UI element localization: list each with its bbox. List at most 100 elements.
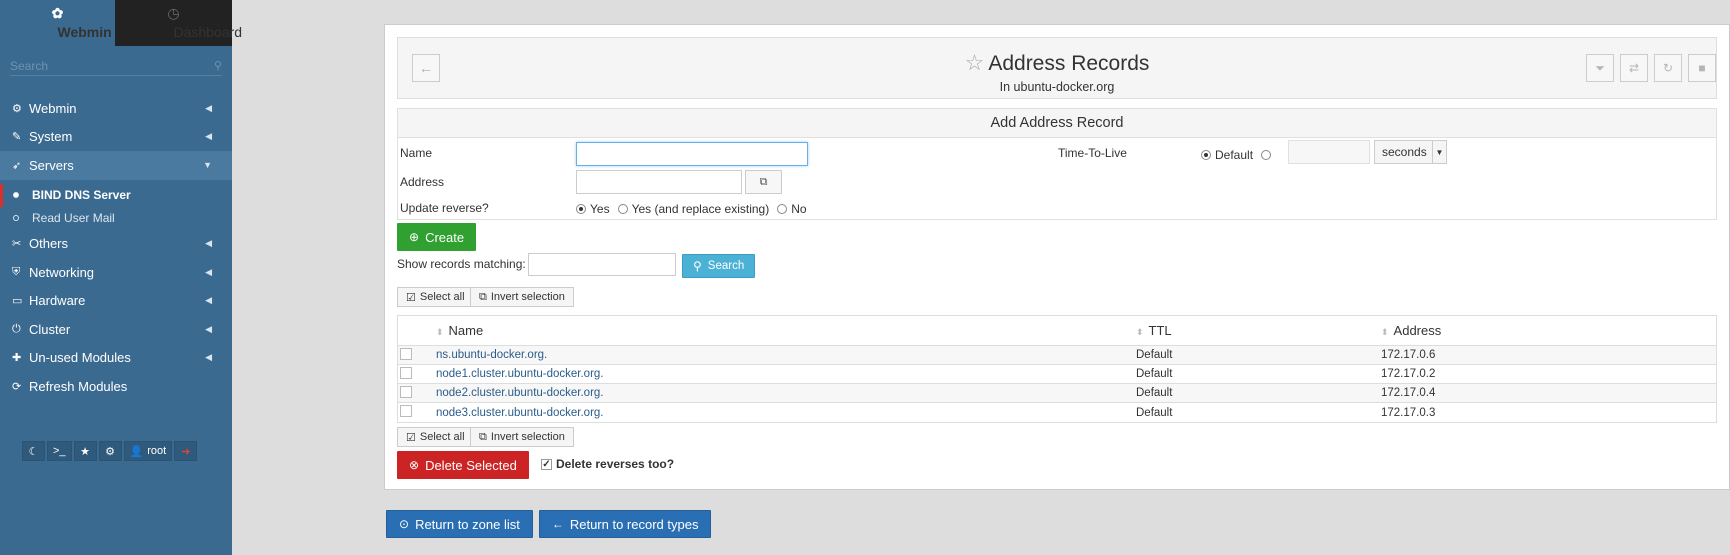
sidebar-item-networking[interactable]: ⛨ Networking ◀ xyxy=(0,258,232,287)
sidebar-subitem-read-user-mail[interactable]: Read User Mail xyxy=(0,207,232,230)
page-title: Address Records xyxy=(988,52,1150,75)
return-record-types-button[interactable]: ← Return to record types xyxy=(538,510,712,538)
sidebar-subitem-bind-dns[interactable]: BIND DNS Server xyxy=(0,183,232,207)
reverse-no-option[interactable]: No xyxy=(777,202,807,216)
terminal-button[interactable]: >_ xyxy=(47,441,72,461)
record-address: 172.17.0.3 xyxy=(1381,406,1436,419)
address-field[interactable] xyxy=(576,170,742,194)
record-name-link[interactable]: node3.cluster.ubuntu-docker.org. xyxy=(436,407,604,419)
external-icon: ⧉ xyxy=(479,290,487,303)
external-icon: ⧉ xyxy=(479,430,487,443)
form-heading: Add Address Record xyxy=(398,109,1716,138)
stop-button[interactable]: ■ xyxy=(1688,54,1716,82)
ttl-custom-option[interactable] xyxy=(1261,148,1275,162)
star-icon: ★ xyxy=(80,445,90,458)
record-ttl: Default xyxy=(1136,368,1173,380)
name-field[interactable] xyxy=(576,142,808,166)
main-panel: ← ☆ Address Records In ubuntu-docker.org … xyxy=(384,24,1730,490)
sidebar-item-others[interactable]: ✂ Others ◀ xyxy=(0,230,232,259)
refresh-button[interactable]: ↻ xyxy=(1654,54,1682,82)
header-tools: ⏷ ⇄ ↻ ■ xyxy=(1586,54,1716,82)
user-icon: 👤 xyxy=(129,445,144,458)
favorites-button[interactable]: ★ xyxy=(73,441,97,461)
tools-icon: ✂ xyxy=(12,238,22,251)
caret-left-icon: ◀ xyxy=(205,352,212,363)
filter-button[interactable]: ⏷ xyxy=(1586,54,1614,82)
invert-selection-button-top[interactable]: ⧉ Invert selection xyxy=(470,287,574,307)
tab-dashboard[interactable]: ◷ Dashboard xyxy=(115,0,242,46)
table-row: node3.cluster.ubuntu-docker.org. Default… xyxy=(398,403,1716,422)
table-row: node2.cluster.ubuntu-docker.org. Default… xyxy=(398,384,1716,403)
row-checkbox[interactable] xyxy=(400,405,412,417)
filter-icon: ⏷ xyxy=(1595,60,1605,75)
favorite-star-icon[interactable]: ☆ xyxy=(965,50,985,75)
settings-button[interactable]: ⚙ xyxy=(98,441,122,461)
ttl-value-field[interactable] xyxy=(1288,140,1370,164)
record-name-link[interactable]: node1.cluster.ubuntu-docker.org. xyxy=(436,368,604,380)
name-label: Name xyxy=(400,146,433,160)
wrench-icon: ✎ xyxy=(12,131,22,144)
sidebar-menu: ⚙ Webmin ◀ ✎ System ◀ ➶ Servers ▼ BIND D… xyxy=(0,94,232,401)
caret-left-icon: ◀ xyxy=(205,266,212,277)
row-checkbox[interactable] xyxy=(400,385,412,398)
circle-arrow-icon: ⊙ xyxy=(399,517,410,531)
reverse-yes-option[interactable]: Yes xyxy=(576,202,610,216)
sidebar-item-webmin[interactable]: ⚙ Webmin ◀ xyxy=(0,94,232,123)
sidebar-item-refresh-modules[interactable]: ⟳ Refresh Modules xyxy=(0,372,232,401)
bullet-icon xyxy=(13,215,19,221)
shield-icon: ⛨ xyxy=(12,265,21,278)
table-row: node1.cluster.ubuntu-docker.org. Default… xyxy=(398,365,1716,384)
delete-selected-button[interactable]: ⊗ Delete Selected xyxy=(397,451,529,479)
sidebar-search-input[interactable] xyxy=(10,58,214,73)
row-checkbox[interactable] xyxy=(400,366,412,379)
caret-left-icon: ◀ xyxy=(205,238,212,249)
sidebar-item-servers[interactable]: ➶ Servers ▼ xyxy=(0,151,232,180)
plus-circle-icon: ⊕ xyxy=(409,230,420,244)
checkbox-checked-icon: ✓ xyxy=(541,458,552,470)
puzzle-icon: ✚ xyxy=(12,352,22,365)
sidebar-item-hardware[interactable]: ▭ Hardware ◀ xyxy=(0,287,232,316)
update-reverse-radios: Yes Yes (and replace existing) No xyxy=(576,202,807,216)
update-reverse-label: Update reverse? xyxy=(400,201,489,215)
record-name-link[interactable]: node2.cluster.ubuntu-docker.org. xyxy=(436,387,604,399)
address-picker-button[interactable]: ⧉ xyxy=(745,170,782,194)
sidebar-item-system[interactable]: ✎ System ◀ xyxy=(0,123,232,152)
record-address: 172.17.0.4 xyxy=(1381,387,1436,399)
tab-webmin[interactable]: ✿ Webmin xyxy=(0,0,115,46)
transfer-button[interactable]: ⇄ xyxy=(1620,54,1648,82)
ttl-unit-select[interactable]: seconds ▼ xyxy=(1374,140,1447,164)
caret-left-icon: ◀ xyxy=(205,323,212,334)
search-icon[interactable]: ⚲ xyxy=(214,59,222,72)
caret-left-icon: ◀ xyxy=(205,295,212,306)
select-all-button-top[interactable]: ☑ Select all xyxy=(397,287,474,307)
ttl-default-option[interactable]: Default xyxy=(1201,148,1253,162)
radio-icon xyxy=(777,204,788,214)
select-all-button-bottom[interactable]: ☑ Select all xyxy=(397,427,474,447)
sidebar-tabs: ✿ Webmin ◷ Dashboard xyxy=(0,0,242,46)
search-button[interactable]: ⚲ Search xyxy=(682,254,756,278)
caret-down-icon: ▼ xyxy=(203,160,212,171)
row-checkbox[interactable] xyxy=(400,347,412,360)
delete-reverses-option[interactable]: ✓ Delete reverses too? xyxy=(541,457,674,471)
column-header-ttl[interactable]: ⬍ TTL xyxy=(1136,323,1381,338)
column-header-name[interactable]: ⬍ Name xyxy=(436,323,1136,338)
sidebar-item-cluster[interactable]: ⏻ Cluster ◀ xyxy=(0,315,232,344)
night-mode-button[interactable]: ☾ xyxy=(22,441,45,461)
radio-icon xyxy=(576,204,586,214)
cogs-icon: ⚙ xyxy=(105,445,115,458)
column-header-address[interactable]: ⬍ Address xyxy=(1381,323,1716,338)
user-button[interactable]: 👤 root xyxy=(123,441,173,461)
search-records-field[interactable] xyxy=(528,253,676,276)
reverse-yes-replace-option[interactable]: Yes (and replace existing) xyxy=(617,202,769,216)
create-button[interactable]: ⊕ Create xyxy=(397,223,477,251)
logout-icon: ➜ xyxy=(181,445,191,458)
invert-selection-button-bottom[interactable]: ⧉ Invert selection xyxy=(470,427,574,447)
check-square-icon: ☑ xyxy=(406,431,416,444)
sort-icon: ⬍ xyxy=(1381,327,1389,337)
radio-icon xyxy=(1261,150,1272,160)
record-name-link[interactable]: ns.ubuntu-docker.org. xyxy=(436,349,547,361)
record-ttl: Default xyxy=(1136,406,1173,419)
logout-button[interactable]: ➜ xyxy=(174,441,198,461)
sidebar-item-unused-modules[interactable]: ✚ Un-used Modules ◀ xyxy=(0,344,232,373)
return-zone-list-button[interactable]: ⊙ Return to zone list xyxy=(386,510,533,538)
